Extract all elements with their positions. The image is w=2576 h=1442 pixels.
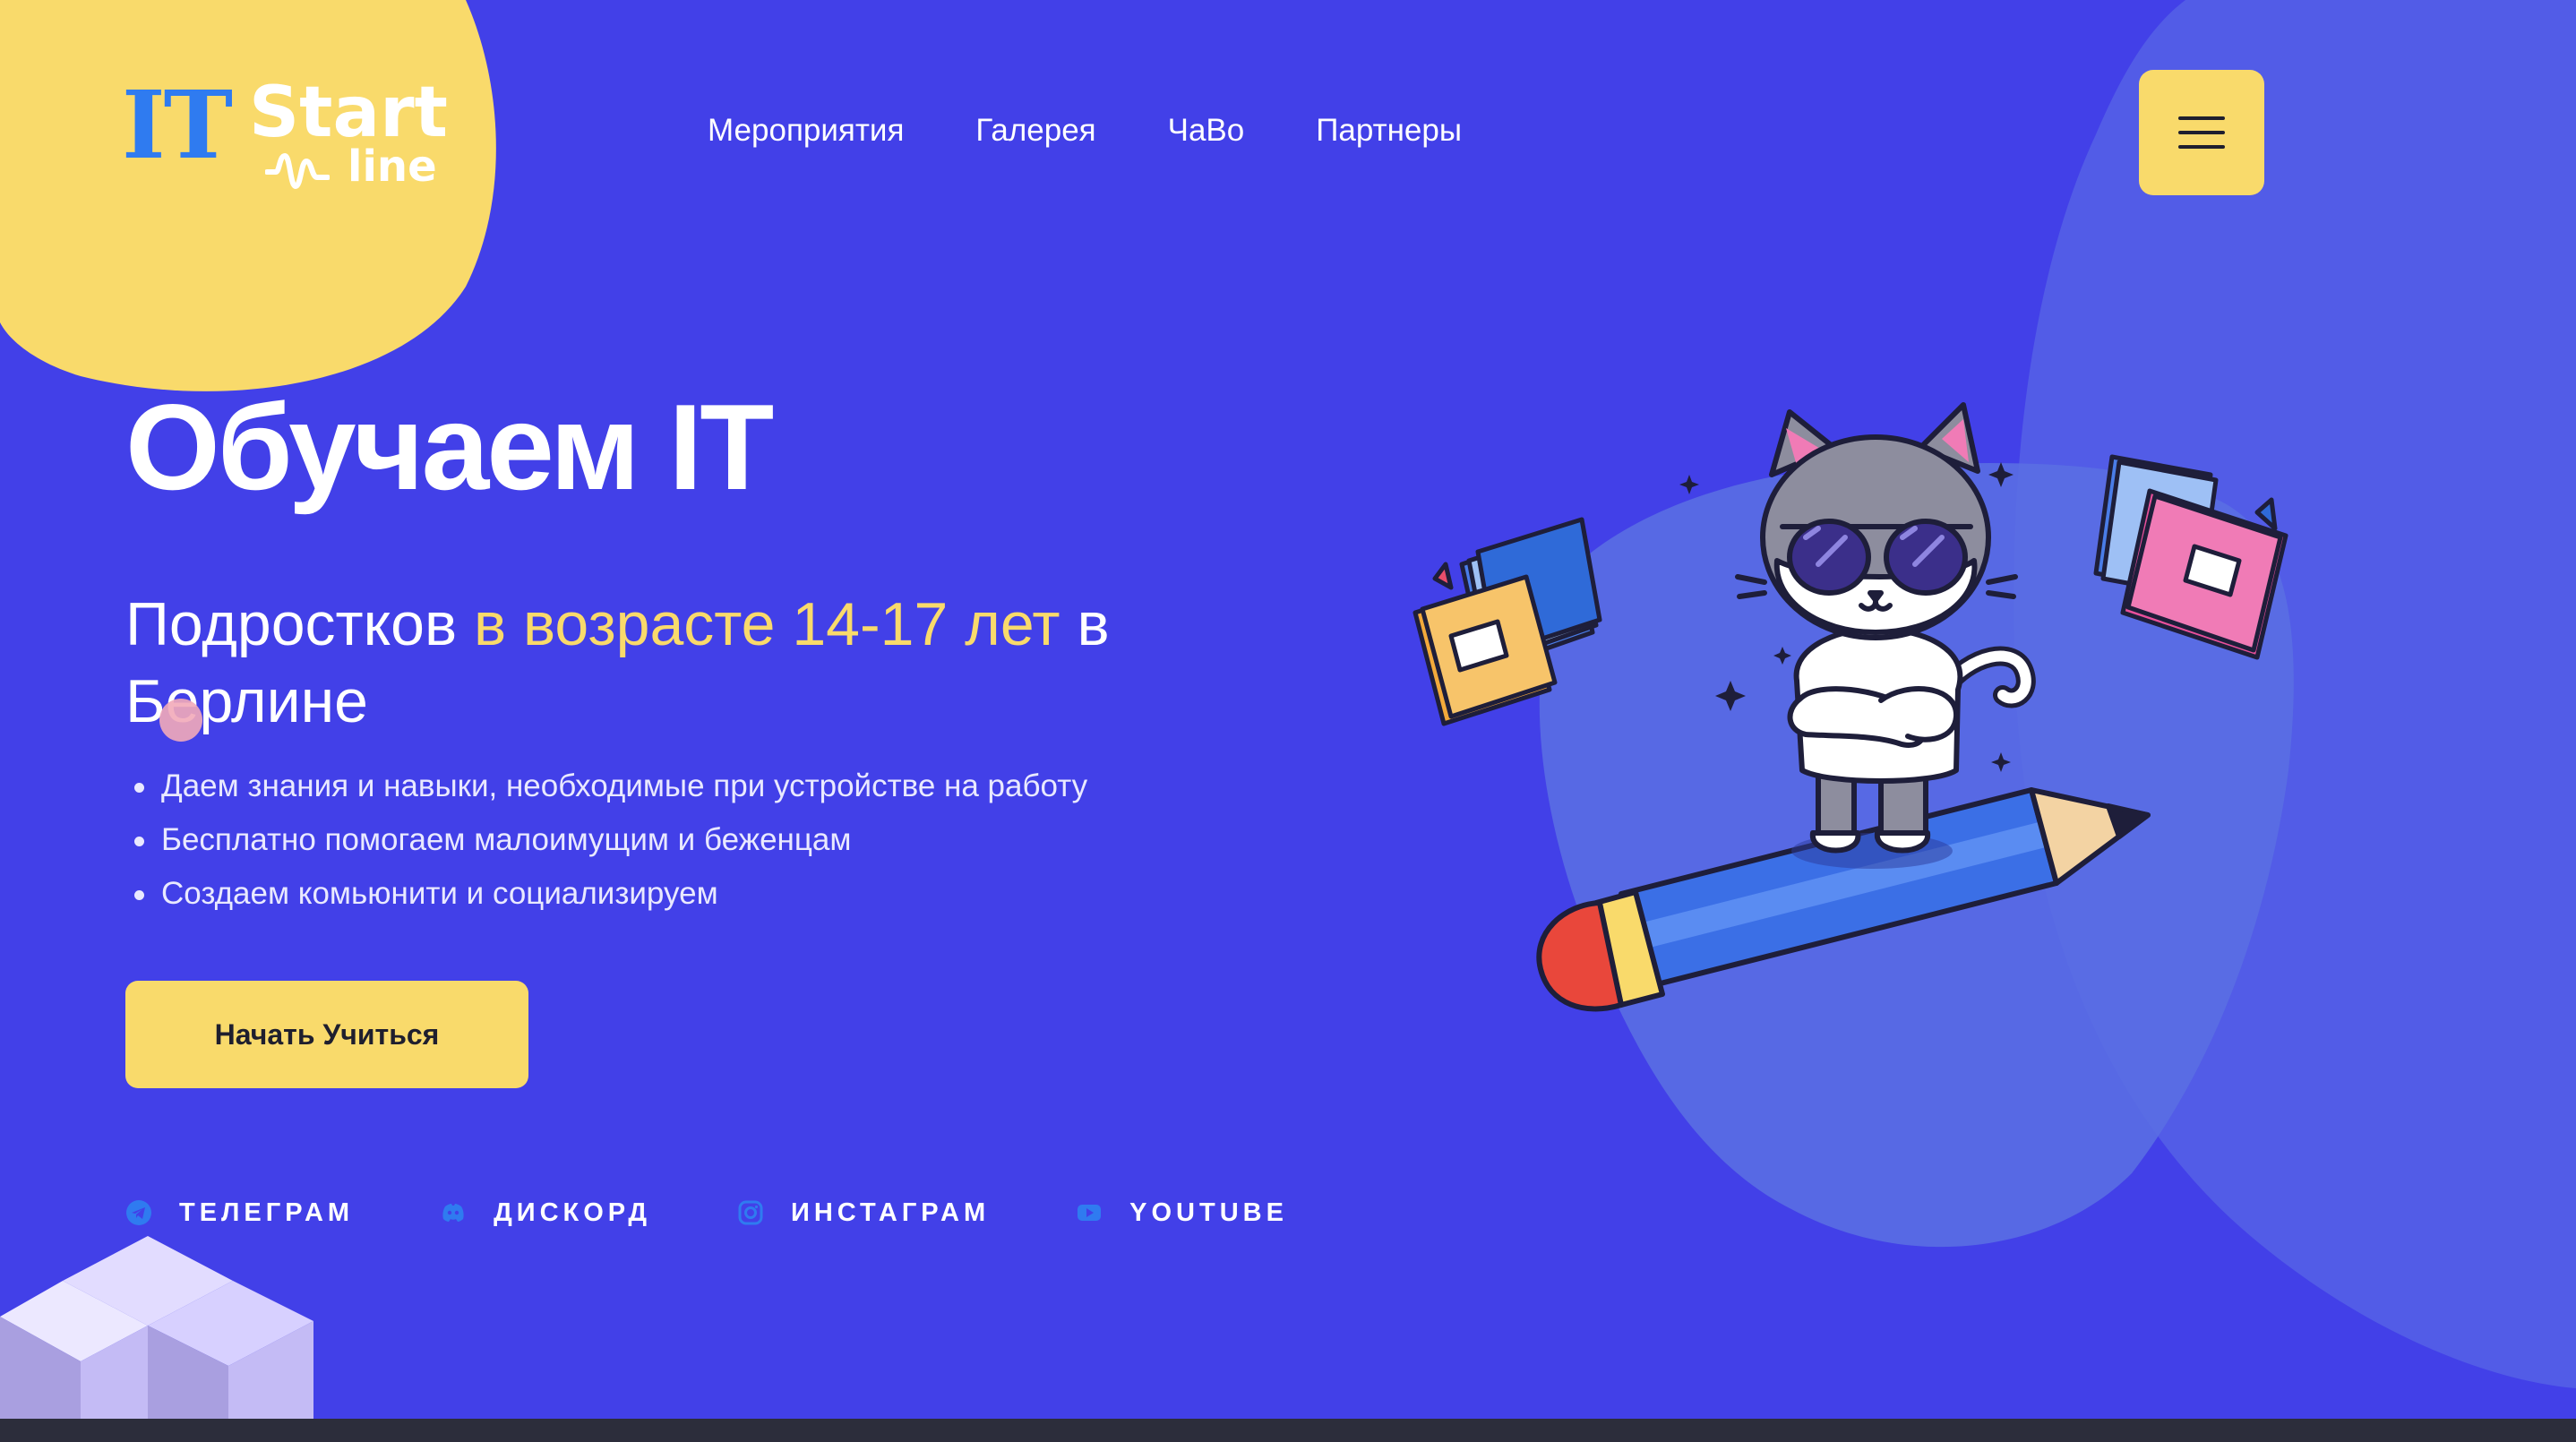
social-label: ТЕЛЕГРАМ	[179, 1198, 355, 1227]
start-learning-button[interactable]: Начать Учиться	[125, 981, 528, 1088]
social-link-youtube[interactable]: YOUTUBE	[1076, 1195, 1288, 1231]
mouse-cursor-indicator	[159, 699, 202, 742]
hero-title: Обучаем IT	[125, 379, 774, 515]
bullet-dot	[134, 890, 144, 900]
hero-illustration	[1413, 402, 2288, 1012]
site-logo[interactable]: IT Start line	[122, 70, 448, 192]
subtitle-highlight: в возрасте 14-17 лет	[474, 590, 1060, 658]
main-nav: Мероприятия Галерея ЧаВо Партнеры	[708, 111, 1462, 150]
yellow-corner-blob	[0, 0, 496, 391]
list-item: Даем знания и навыки, необходимые при ус…	[133, 760, 1087, 813]
logo-start-text: Start	[249, 73, 448, 153]
decorative-cubes	[0, 1236, 313, 1442]
nav-item-gallery[interactable]: Галерея	[975, 111, 1095, 150]
social-link-discord[interactable]: ДИСКОРД	[440, 1195, 651, 1231]
feature-list: Даем знания и навыки, необходимые при ус…	[133, 760, 1087, 921]
nav-item-faq[interactable]: ЧаВо	[1168, 111, 1245, 150]
hero-subtitle: Подростков в возрасте 14-17 лет в Берлин…	[125, 586, 1290, 740]
logo-line-text: line	[348, 142, 437, 192]
social-label: ДИСКОРД	[494, 1198, 651, 1227]
bullet-dot	[134, 837, 144, 846]
youtube-icon	[1078, 1205, 1102, 1221]
logo-it-text: IT	[122, 70, 233, 180]
social-label: YOUTUBE	[1129, 1198, 1288, 1227]
instagram-icon	[738, 1200, 763, 1225]
subtitle-part-1: Подростков	[125, 590, 475, 658]
right-books-icon	[2093, 454, 2288, 660]
nav-item-events[interactable]: Мероприятия	[708, 111, 904, 150]
social-label: ИНСТАГРАМ	[790, 1198, 991, 1227]
list-item: Создаем комьюнити и социализируем	[133, 867, 1087, 921]
discord-icon	[442, 1204, 464, 1222]
list-item-text: Создаем комьюнити и социализируем	[161, 876, 718, 911]
bottom-dark-bar	[0, 1419, 2576, 1442]
left-books-icon	[1413, 517, 1602, 726]
landing-page: IT Start line Мероприятия Галерея ЧаВо П…	[0, 0, 2576, 1442]
logo-wave-icon	[265, 153, 330, 189]
cat-character-icon	[1735, 402, 2036, 854]
bullet-dot	[134, 783, 144, 793]
list-item-text: Бесплатно помогаем малоимущим и беженцам	[161, 822, 852, 857]
social-links: ТЕЛЕГРАМ ДИСКОРД ИНСТАГРАМ YOUTUBE	[125, 1195, 1288, 1231]
social-link-telegram[interactable]: ТЕЛЕГРАМ	[125, 1195, 354, 1231]
nav-item-partners[interactable]: Партнеры	[1316, 111, 1462, 150]
list-item: Бесплатно помогаем малоимущим и беженцам	[133, 813, 1087, 867]
social-link-instagram[interactable]: ИНСТАГРАМ	[737, 1195, 990, 1231]
list-item-text: Даем знания и навыки, необходимые при ус…	[161, 768, 1088, 803]
telegram-icon	[126, 1200, 151, 1225]
menu-button[interactable]	[2139, 70, 2264, 195]
